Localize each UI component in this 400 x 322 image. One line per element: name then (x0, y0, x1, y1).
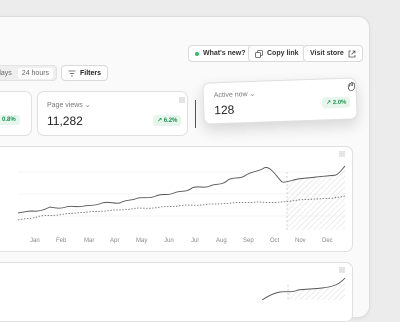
drag-handle-icon[interactable] (179, 97, 185, 103)
drop-indicator (195, 100, 196, 128)
x-tick-label: Jul (191, 238, 199, 244)
x-tick-label: Jan (30, 238, 40, 244)
x-tick-label: Nov (295, 238, 306, 244)
active-now-value: 128 (214, 102, 235, 118)
x-tick-label: Jun (164, 238, 174, 244)
range-24h-option[interactable]: 24 hours (17, 67, 54, 79)
x-tick-label: Aug (216, 238, 227, 244)
secondary-chart (261, 277, 346, 300)
time-range-selector[interactable]: days 24 hours (0, 65, 57, 81)
page-views-change: 6.2% (163, 118, 178, 124)
copy-link-button[interactable]: Copy link (248, 45, 306, 62)
active-now-change-badge: ↗ 2.0% (321, 96, 351, 109)
whats-new-label: What's new? (203, 50, 246, 57)
partial-change-badge: 0.8% (0, 115, 20, 125)
live-dot-icon (195, 51, 199, 56)
x-tick-label: Mar (84, 238, 95, 244)
active-now-title: Active now ⌄ (214, 90, 256, 99)
chevron-down-icon: ⌄ (84, 102, 91, 109)
x-tick-label: Dec (322, 238, 333, 244)
filters-label: Filters (80, 69, 102, 77)
whats-new-button[interactable]: What's new? (188, 45, 253, 62)
active-now-change: 2.0% (332, 99, 347, 107)
x-tick-label: May (136, 238, 148, 244)
traffic-chart (17, 165, 346, 230)
page-views-label: Page views (47, 102, 83, 109)
external-link-icon (348, 50, 356, 57)
chevron-down-icon: ⌄ (249, 90, 256, 99)
forecast-hatched-area (287, 166, 345, 230)
copy-link-label: Copy link (267, 50, 299, 57)
range-days-option[interactable]: days (0, 70, 18, 77)
page-views-change-badge: ↗ 6.2% (153, 115, 182, 126)
x-tick-label: Oct (270, 238, 280, 244)
filter-icon (68, 70, 76, 76)
page-views-value: 11,282 (47, 114, 83, 128)
page-views-title: Page views ⌄ (47, 101, 91, 109)
visit-store-button[interactable]: Visit store (303, 45, 363, 62)
copy-icon (255, 49, 263, 58)
grab-cursor-icon (347, 82, 355, 91)
x-tick-label: Feb (56, 238, 67, 244)
active-now-card[interactable]: Active now ⌄ 128 ↗ 2.0% (202, 77, 358, 125)
visit-store-label: Visit store (310, 50, 344, 57)
page-views-card[interactable]: Page views ⌄ 11,282 ↗ 6.2% (37, 91, 188, 136)
x-tick-label: Sep (243, 238, 254, 244)
stat-card-partial[interactable]: 0.8% (0, 91, 32, 136)
secondary-hatched-area (288, 278, 345, 300)
filters-button[interactable]: Filters (61, 65, 109, 81)
x-tick-label: Apr (110, 238, 120, 244)
active-now-label: Active now (213, 91, 248, 100)
